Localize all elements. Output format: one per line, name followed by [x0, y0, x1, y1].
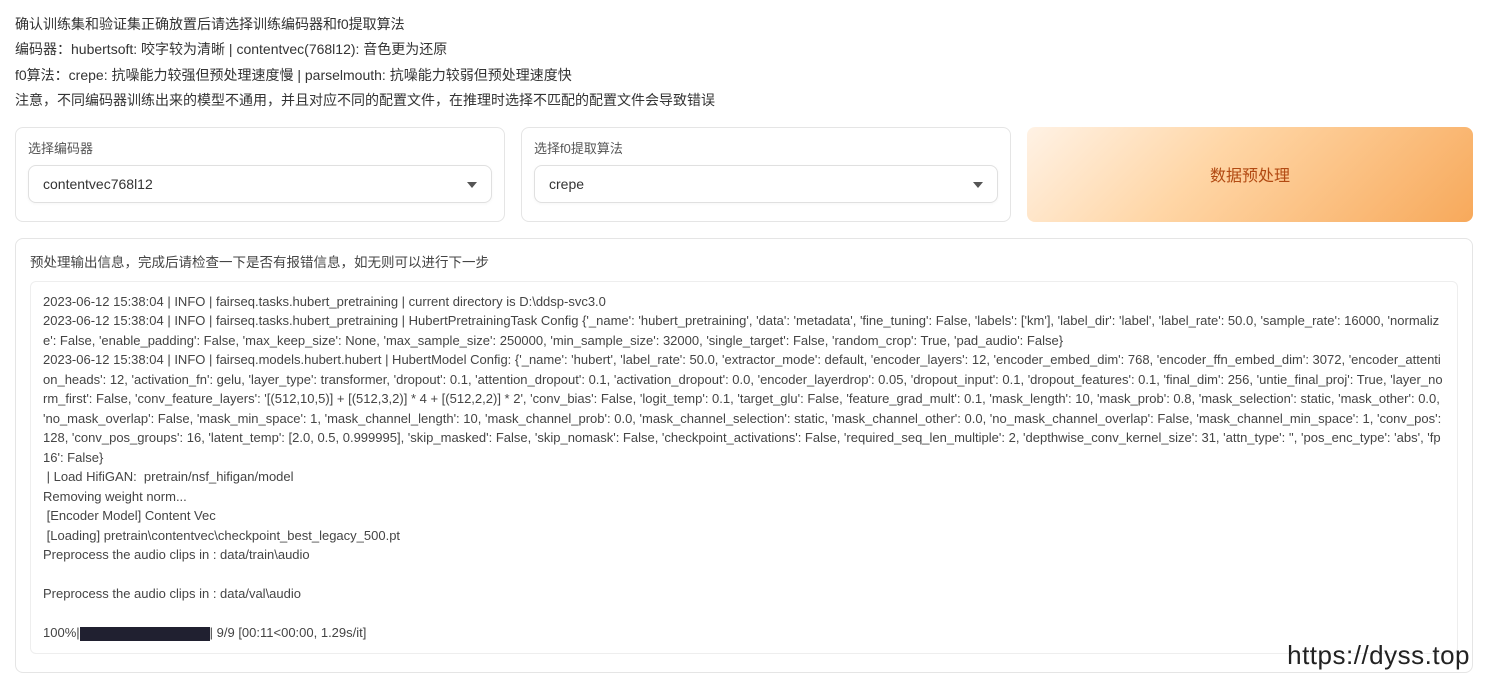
- instructions-block: 确认训练集和验证集正确放置后请选择训练编码器和f0提取算法 编码器：hubert…: [15, 13, 1473, 112]
- preprocess-button[interactable]: 数据预处理: [1027, 127, 1473, 222]
- encoder-select-label: 选择编码器: [28, 138, 492, 157]
- progress-suffix: | 9/9 [00:11<00:00, 1.29s/it]: [210, 625, 367, 640]
- f0-select[interactable]: crepe: [534, 165, 998, 203]
- chevron-down-icon: [973, 182, 983, 188]
- progress-prefix: 100%|: [43, 625, 80, 640]
- f0-select-label: 选择f0提取算法: [534, 138, 998, 157]
- encoder-select[interactable]: contentvec768l12: [28, 165, 492, 203]
- encoder-select-group: 选择编码器 contentvec768l12: [15, 127, 505, 222]
- progress-bar-icon: [80, 627, 210, 641]
- log-text: 2023-06-12 15:38:04 | INFO | fairseq.tas…: [43, 294, 1445, 602]
- output-label: 预处理输出信息，完成后请检查一下是否有报错信息，如无则可以进行下一步: [30, 251, 1458, 271]
- instruction-line: f0算法：crepe: 抗噪能力较强但预处理速度慢 | parselmouth:…: [15, 64, 1473, 86]
- output-panel: 预处理输出信息，完成后请检查一下是否有报错信息，如无则可以进行下一步 2023-…: [15, 238, 1473, 673]
- encoder-select-value: contentvec768l12: [43, 176, 153, 192]
- instruction-line: 注意，不同编码器训练出来的模型不通用，并且对应不同的配置文件，在推理时选择不匹配…: [15, 89, 1473, 111]
- instruction-line: 编码器：hubertsoft: 咬字较为清晰 | contentvec(768l…: [15, 38, 1473, 60]
- f0-select-group: 选择f0提取算法 crepe: [521, 127, 1011, 222]
- controls-row: 选择编码器 contentvec768l12 选择f0提取算法 crepe 数据…: [15, 127, 1473, 222]
- preprocess-button-label: 数据预处理: [1210, 162, 1290, 186]
- f0-select-value: crepe: [549, 176, 584, 192]
- chevron-down-icon: [467, 182, 477, 188]
- instruction-line: 确认训练集和验证集正确放置后请选择训练编码器和f0提取算法: [15, 13, 1473, 35]
- watermark-url: https://dyss.top: [1287, 640, 1470, 671]
- log-output: 2023-06-12 15:38:04 | INFO | fairseq.tas…: [30, 281, 1458, 654]
